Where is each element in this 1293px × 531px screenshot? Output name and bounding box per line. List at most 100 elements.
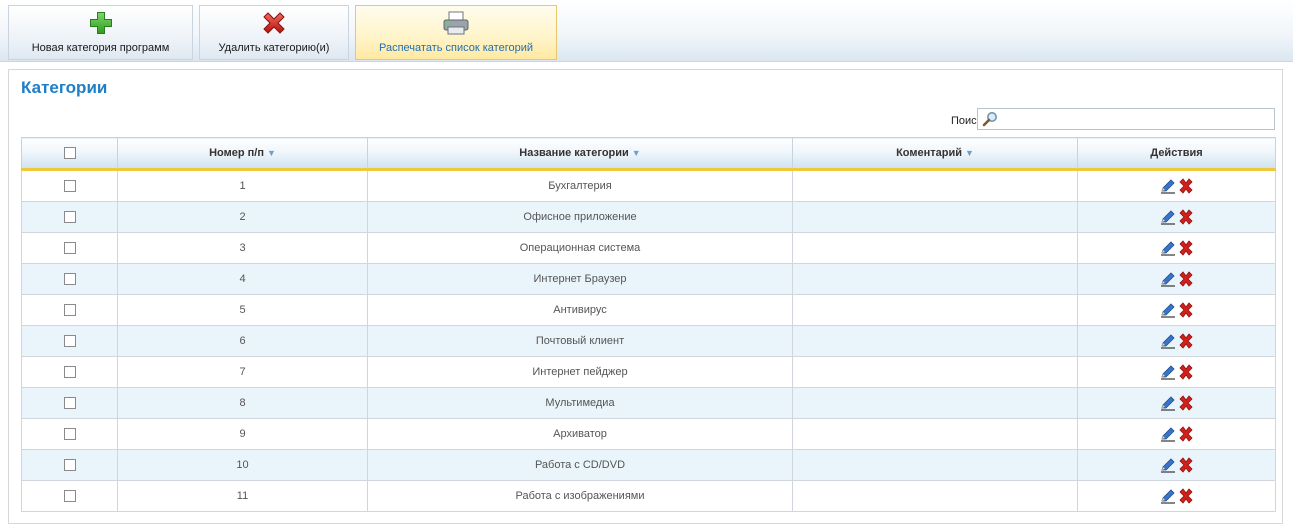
row-checkbox[interactable]	[63, 428, 76, 441]
row-select-cell	[21, 263, 118, 295]
row-actions	[1077, 263, 1276, 295]
print-list-button[interactable]: Распечатать список категорий	[355, 5, 557, 60]
select-all-checkbox[interactable]	[63, 147, 76, 160]
row-checkbox[interactable]	[63, 211, 76, 224]
row-comment	[792, 232, 1078, 264]
sort-down-icon: ▼	[965, 148, 974, 158]
search-box[interactable]	[977, 108, 1275, 130]
row-checkbox[interactable]	[63, 304, 76, 317]
x-icon[interactable]	[1177, 488, 1195, 504]
row-select-cell	[21, 325, 118, 357]
row-comment	[792, 480, 1078, 512]
row-checkbox[interactable]	[63, 490, 76, 503]
print-list-label: Распечатать список категорий	[379, 42, 533, 54]
row-checkbox[interactable]	[63, 397, 76, 410]
table-row[interactable]: 8 Мультимедиа	[21, 387, 1276, 419]
row-checkbox[interactable]	[63, 273, 76, 286]
x-icon[interactable]	[1177, 395, 1195, 411]
row-comment	[792, 387, 1078, 419]
comment-header-label: Коментарий	[896, 147, 962, 159]
row-actions	[1077, 480, 1276, 512]
pencil-icon[interactable]	[1159, 240, 1177, 256]
search-input[interactable]	[998, 109, 1274, 129]
row-category-name: Архиватор	[367, 418, 793, 450]
row-select-cell	[21, 201, 118, 233]
x-icon[interactable]	[1177, 457, 1195, 473]
x-icon[interactable]	[1177, 333, 1195, 349]
new-category-button[interactable]: Новая категория программ	[8, 5, 193, 60]
row-checkbox[interactable]	[63, 366, 76, 379]
row-number: 9	[117, 418, 368, 450]
name-column-header[interactable]: Название категории ▼	[367, 137, 793, 171]
row-comment	[792, 263, 1078, 295]
pencil-icon[interactable]	[1159, 302, 1177, 318]
row-number: 5	[117, 294, 368, 326]
select-all-header	[21, 137, 118, 171]
row-checkbox[interactable]	[63, 335, 76, 348]
pencil-icon[interactable]	[1159, 178, 1177, 194]
row-number: 6	[117, 325, 368, 357]
table-row[interactable]: 11 Работа с изображениями	[21, 480, 1276, 512]
row-number: 10	[117, 449, 368, 481]
pencil-icon[interactable]	[1159, 426, 1177, 442]
pencil-icon[interactable]	[1159, 271, 1177, 287]
pencil-icon[interactable]	[1159, 395, 1177, 411]
new-category-label: Новая категория программ	[31, 42, 170, 54]
row-checkbox[interactable]	[63, 242, 76, 255]
table-row[interactable]: 7 Интернет пейджер	[21, 356, 1276, 388]
pencil-icon[interactable]	[1159, 488, 1177, 504]
row-number: 4	[117, 263, 368, 295]
x-icon[interactable]	[1177, 364, 1195, 380]
row-category-name: Интернет пейджер	[367, 356, 793, 388]
row-select-cell	[21, 387, 118, 419]
toolbar: Новая категория программ Удалить категор…	[0, 0, 1293, 62]
row-select-cell	[21, 232, 118, 264]
table-row[interactable]: 3 Операционная система	[21, 232, 1276, 264]
row-checkbox[interactable]	[63, 459, 76, 472]
row-checkbox[interactable]	[63, 180, 76, 193]
x-icon[interactable]	[1177, 178, 1195, 194]
number-column-header[interactable]: Номер п/п ▼	[117, 137, 368, 171]
row-select-cell	[21, 169, 118, 202]
row-actions	[1077, 449, 1276, 481]
row-comment	[792, 356, 1078, 388]
table-row[interactable]: 9 Архиватор	[21, 418, 1276, 450]
pencil-icon[interactable]	[1159, 209, 1177, 225]
row-category-name: Работа с CD/DVD	[367, 449, 793, 481]
plus-icon	[89, 12, 112, 34]
categories-table: Номер п/п ▼ Название категории ▼ Коментари…	[21, 137, 1276, 512]
x-icon[interactable]	[1177, 240, 1195, 256]
actions-header-label: Действия	[1150, 147, 1203, 159]
row-select-cell	[21, 294, 118, 326]
row-select-cell	[21, 418, 118, 450]
name-header-label: Название категории	[519, 147, 629, 159]
row-number: 2	[117, 201, 368, 233]
table-row[interactable]: 10 Работа с CD/DVD	[21, 449, 1276, 481]
table-row[interactable]: 1 Бухгалтерия	[21, 169, 1276, 202]
table-row[interactable]: 6 Почтовый клиент	[21, 325, 1276, 357]
row-comment	[792, 201, 1078, 233]
table-row[interactable]: 2 Офисное приложение	[21, 201, 1276, 233]
row-comment	[792, 418, 1078, 450]
x-icon[interactable]	[1177, 302, 1195, 318]
table-body: 1 Бухгалтерия 2 Офисное приложение 3 Операцио…	[21, 169, 1276, 512]
x-icon[interactable]	[1177, 209, 1195, 225]
x-icon[interactable]	[1177, 271, 1195, 287]
table-row[interactable]: 5 Антивирус	[21, 294, 1276, 326]
row-actions	[1077, 325, 1276, 357]
comment-column-header[interactable]: Коментарий ▼	[792, 137, 1078, 171]
row-actions	[1077, 418, 1276, 450]
pencil-icon[interactable]	[1159, 364, 1177, 380]
row-category-name: Работа с изображениями	[367, 480, 793, 512]
table-row[interactable]: 4 Интернет Браузер	[21, 263, 1276, 295]
row-category-name: Операционная система	[367, 232, 793, 264]
actions-column-header: Действия	[1077, 137, 1276, 171]
pencil-icon[interactable]	[1159, 457, 1177, 473]
delete-category-button[interactable]: Удалить категорию(и)	[199, 5, 349, 60]
row-number: 3	[117, 232, 368, 264]
close-icon	[263, 12, 285, 34]
row-category-name: Почтовый клиент	[367, 325, 793, 357]
x-icon[interactable]	[1177, 426, 1195, 442]
pencil-icon[interactable]	[1159, 333, 1177, 349]
table-header-row: Номер п/п ▼ Название категории ▼ Коментари…	[21, 137, 1276, 171]
